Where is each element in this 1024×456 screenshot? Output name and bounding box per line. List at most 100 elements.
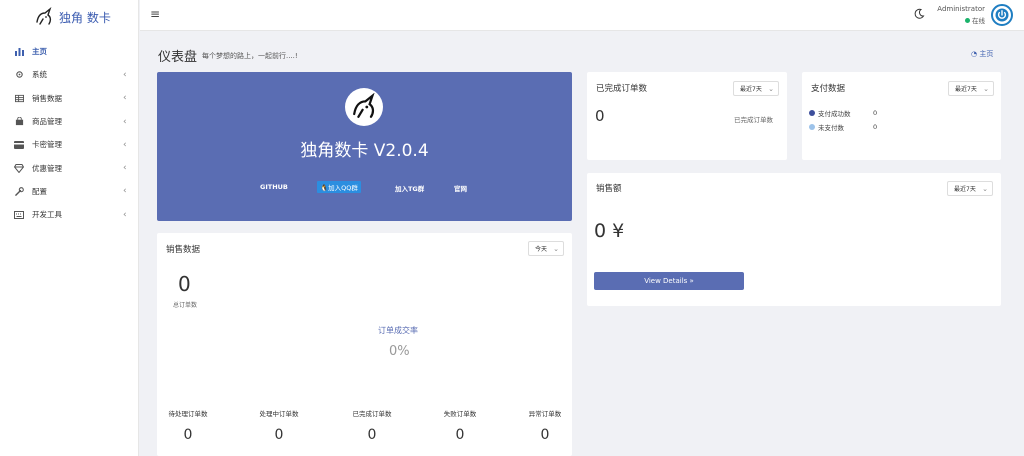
range-select-value: 最近7天	[955, 86, 977, 93]
sidebar-menu: 主页 系统 ‹ 销售数据 ‹ 商品管理 ‹ 卡密管理 ‹ 优惠管理 ‹ 配置 ‹…	[0, 40, 138, 226]
wrench-icon	[14, 186, 24, 196]
power-icon	[995, 8, 1009, 22]
sidebar-item-cards[interactable]: 卡密管理 ‹	[0, 133, 138, 156]
range-select-value: 今天	[535, 246, 548, 253]
table-icon	[14, 93, 24, 103]
sidebar-item-goods[interactable]: 商品管理 ‹	[0, 110, 138, 133]
qq-group-label: 加入QQ群	[328, 184, 358, 192]
diamond-icon	[14, 163, 24, 173]
qq-icon: 🐧	[320, 184, 329, 192]
chevron-down-icon: ⌄	[982, 185, 988, 193]
sales-data-card: 销售数据 今天 ⌄ 0 总订单数 订单成交率 0% 待处理订单数 0 处理中订单…	[157, 233, 572, 456]
chevron-down-icon: ⌄	[983, 85, 989, 93]
sales-amount-card: 销售额 最近7天 ⌄ 0 ¥ View Details »	[587, 173, 1001, 306]
legend-dot-icon	[809, 124, 815, 130]
github-link[interactable]: GITHUB	[260, 183, 288, 191]
hero-title: 独角数卡 V2.0.4	[300, 141, 429, 161]
top-header: ≡ Administrator 在线	[140, 0, 1024, 31]
stat-label: 已完成订单数	[352, 410, 392, 418]
sidebar-item-label: 开发工具	[32, 210, 62, 220]
shopping-bag-icon	[14, 117, 24, 127]
hero-banner: 独角数卡 V2.0.4 GITHUB 🐧加入QQ群 加入TG群 官网	[157, 72, 572, 221]
hero-logo	[345, 88, 383, 126]
tg-group-link[interactable]: 加入TG群	[395, 183, 424, 193]
keyboard-icon	[14, 210, 24, 220]
page-subtitle: 每个梦想的路上，一起前行....!	[202, 52, 298, 60]
official-site-link[interactable]: 官网	[454, 183, 467, 193]
legend-item-unpaid: 未支付数 0	[809, 122, 877, 132]
card-title: 支付数据	[811, 84, 846, 94]
range-select-value: 最近7天	[954, 186, 976, 193]
moon-icon[interactable]	[913, 8, 925, 20]
stat-value: 0	[274, 427, 284, 443]
range-select[interactable]: 最近7天 ⌄	[733, 81, 779, 96]
user-name: Administrator	[937, 5, 985, 13]
sidebar-item-home[interactable]: 主页	[0, 40, 138, 63]
unicorn-logo-icon	[353, 93, 375, 118]
range-select-value: 最近7天	[740, 86, 762, 93]
sales-amount-value: 0 ¥	[594, 220, 625, 242]
sidebar-item-system[interactable]: 系统 ‹	[0, 63, 138, 86]
card-title: 已完成订单数	[596, 84, 648, 94]
chevron-left-icon: ‹	[123, 93, 127, 104]
stat-label: 失败订单数	[443, 410, 477, 418]
user-info[interactable]: Administrator 在线	[937, 5, 985, 25]
breadcrumb-home[interactable]: ◔ 主页	[971, 49, 993, 59]
range-select[interactable]: 今天 ⌄	[528, 241, 564, 256]
legend-dot-icon	[809, 110, 815, 116]
sidebar-item-coupons[interactable]: 优惠管理 ‹	[0, 156, 138, 179]
range-select[interactable]: 最近7天 ⌄	[948, 81, 994, 96]
sidebar-item-label: 卡密管理	[32, 140, 62, 150]
conversion-rate-value: 0%	[389, 344, 410, 359]
legend-label: 未支付数	[818, 124, 844, 132]
stat-value: 0	[183, 427, 193, 443]
stat-processing: 处理中订单数 0	[247, 408, 311, 443]
stat-label: 待处理订单数	[168, 410, 208, 418]
chevron-down-icon: ⌄	[768, 85, 774, 93]
sidebar-item-devtools[interactable]: 开发工具 ‹	[0, 203, 138, 226]
conversion-rate-label: 订单成交率	[378, 326, 418, 335]
card-title: 销售额	[596, 184, 622, 194]
qq-group-link[interactable]: 🐧加入QQ群	[317, 181, 361, 193]
stat-completed: 已完成订单数 0	[340, 408, 404, 443]
sidebar-item-label: 主页	[32, 47, 47, 57]
range-select[interactable]: 最近7天 ⌄	[947, 181, 993, 196]
legend-value: 0	[873, 123, 878, 131]
sidebar-item-label: 配置	[32, 186, 47, 196]
stat-label: 异常订单数	[528, 410, 562, 418]
online-dot-icon	[965, 18, 970, 23]
sidebar-item-config[interactable]: 配置 ‹	[0, 180, 138, 203]
stat-value: 0	[455, 427, 465, 443]
completed-orders-caption: 已完成订单数	[734, 116, 773, 124]
completed-orders-value: 0	[595, 107, 605, 125]
sidebar-item-label: 优惠管理	[32, 163, 62, 173]
sidebar-item-label: 销售数据	[32, 93, 62, 103]
stat-pending: 待处理订单数 0	[156, 408, 220, 443]
sidebar-item-sales-data[interactable]: 销售数据 ‹	[0, 87, 138, 110]
stat-value: 0	[367, 427, 377, 443]
stat-abnormal: 异常订单数 0	[513, 408, 577, 443]
total-orders-label: 总订单数	[173, 302, 198, 309]
user-status: 在线	[937, 15, 985, 25]
bar-chart-icon	[14, 47, 24, 57]
sidebar-item-label: 系统	[32, 70, 47, 80]
chevron-left-icon: ‹	[123, 209, 127, 220]
sidebar: 独角 数卡 主页 系统 ‹ 销售数据 ‹ 商品管理 ‹ 卡密管理 ‹ 优惠管理 …	[0, 0, 139, 456]
chevron-left-icon: ‹	[123, 116, 127, 127]
stat-value: 0	[540, 427, 550, 443]
menu-toggle-icon[interactable]: ≡	[150, 7, 160, 21]
chevron-left-icon: ‹	[123, 186, 127, 197]
sidebar-item-label: 商品管理	[32, 117, 62, 127]
avatar[interactable]	[991, 4, 1013, 26]
card-title: 销售数据	[166, 245, 201, 255]
gear-icon	[14, 70, 24, 80]
breadcrumb-home-label: 主页	[979, 50, 994, 58]
legend-item-paid: 支付成功数 0	[809, 108, 877, 118]
credit-card-icon	[14, 140, 24, 150]
total-orders-value: 0	[178, 272, 191, 296]
brand[interactable]: 独角 数卡	[0, 0, 138, 34]
chevron-left-icon: ‹	[123, 69, 127, 80]
chevron-left-icon: ‹	[123, 139, 127, 150]
brand-name: 独角 数卡	[59, 10, 111, 25]
view-details-button[interactable]: View Details »	[594, 272, 744, 290]
